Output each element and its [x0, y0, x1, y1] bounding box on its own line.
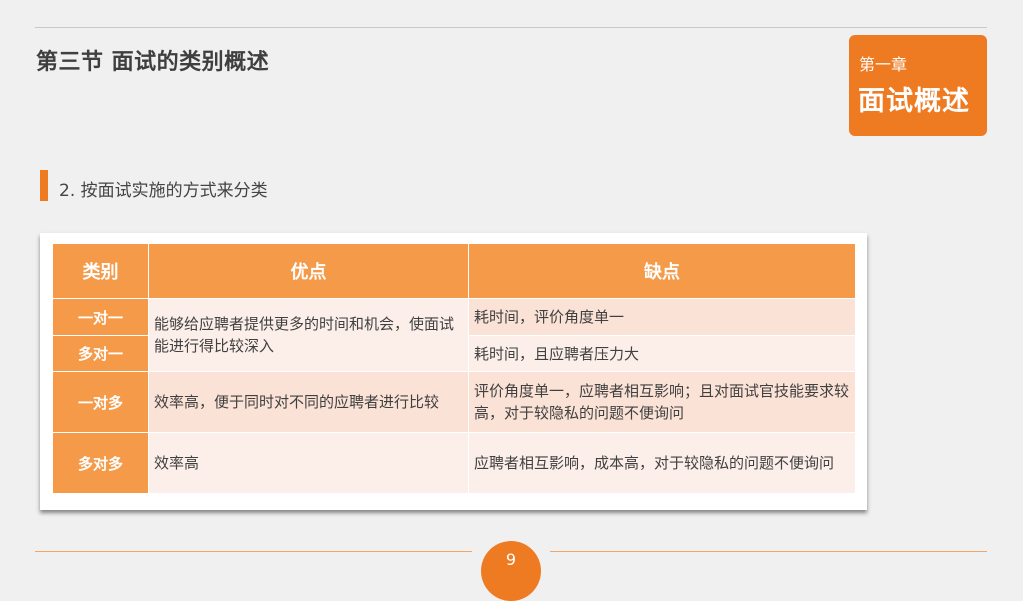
footer-divider-right — [550, 551, 987, 552]
row-cons: 评价角度单一，应聘者相互影响；且对面试官技能要求较高，对于较隐私的问题不便询问 — [468, 371, 856, 433]
header-category: 类别 — [52, 243, 149, 299]
row-cons: 耗时间，且应聘者压力大 — [468, 335, 856, 372]
row-cons: 应聘者相互影响，成本高，对于较隐私的问题不便询问 — [468, 432, 856, 494]
table-header-row: 类别 优点 缺点 — [52, 243, 856, 299]
table-row: 多对多 效率高 应聘者相互影响，成本高，对于较隐私的问题不便询问 — [52, 432, 856, 494]
header-cons: 缺点 — [468, 243, 856, 299]
row-category: 一对一 — [52, 298, 149, 336]
chapter-badge: 第一章 面试概述 — [849, 35, 987, 136]
chapter-title: 面试概述 — [858, 86, 970, 117]
row-category: 多对多 — [52, 432, 149, 494]
table-row: 一对一 能够给应聘者提供更多的时间和机会，使面试能进行得比较深入 耗时间，评价角… — [52, 298, 856, 372]
row-pros: 效率高，便于同时对不同的应聘者进行比较 — [148, 371, 469, 433]
header-pros: 优点 — [148, 243, 469, 299]
row-pros: 效率高 — [148, 432, 469, 494]
section-heading: 2. 按面试实施的方式来分类 — [59, 181, 268, 201]
row-pros: 能够给应聘者提供更多的时间和机会，使面试能进行得比较深入 — [148, 298, 469, 372]
classification-table: 类别 优点 缺点 一对一 能够给应聘者提供更多的时间和机会，使面试能进行得比较深… — [52, 243, 856, 494]
table-row: 一对多 效率高，便于同时对不同的应聘者进行比较 评价角度单一，应聘者相互影响；且… — [52, 371, 856, 433]
section-marker — [40, 170, 48, 201]
row-category: 一对多 — [52, 371, 149, 433]
page-number: 9 — [481, 541, 541, 601]
row-category: 多对一 — [52, 335, 149, 372]
top-divider — [35, 27, 987, 28]
row-cons: 耗时间，评价角度单一 — [468, 298, 856, 336]
page-title: 第三节 面试的类别概述 — [36, 50, 270, 75]
footer-divider-left — [35, 551, 472, 552]
table-card: 类别 优点 缺点 一对一 能够给应聘者提供更多的时间和机会，使面试能进行得比较深… — [40, 233, 867, 510]
chapter-label: 第一章 — [859, 55, 908, 74]
